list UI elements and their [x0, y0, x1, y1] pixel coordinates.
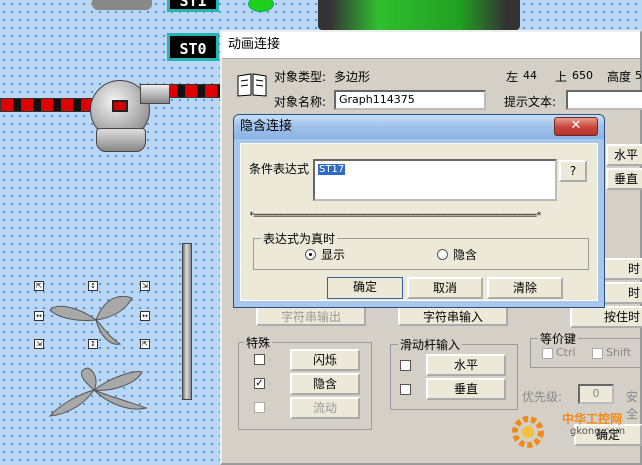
ctrl-checkbox[interactable] [542, 348, 553, 359]
blink-button[interactable]: 闪烁 [290, 349, 360, 371]
object-type-label: 对象类型: [274, 70, 327, 84]
height-value: 5 [635, 69, 642, 82]
shift-checkbox[interactable] [592, 348, 603, 359]
divider-line: *=======================================… [249, 211, 542, 221]
special-group-title: 特殊 [244, 334, 273, 351]
string-input-button[interactable]: 字符串输入 [398, 306, 508, 326]
hold-button[interactable]: 按住时 [570, 306, 642, 328]
close-button[interactable]: ✕ [554, 117, 598, 136]
book-icon [237, 73, 267, 97]
browse-button[interactable]: ? [559, 160, 587, 182]
hidden-dialog-titlebar: 隐含连接 [234, 115, 604, 139]
fan-icon [49, 296, 133, 345]
show-radio-label: 显示 [321, 248, 346, 262]
ctrl-label: Ctrl [556, 346, 576, 359]
slider-input-title: 滑动杆输入 [398, 336, 463, 353]
blink-checkbox[interactable] [254, 354, 265, 365]
hidden-dialog-title: 隐含连接 [240, 119, 293, 134]
tank-shape [318, 0, 520, 30]
green-indicator [248, 0, 274, 12]
condition-expression-field[interactable]: ST17 [313, 159, 557, 201]
flow-button[interactable]: 流动 [290, 397, 360, 419]
dialog-title: 动画连接 [222, 32, 640, 59]
watermark-gear-icon [512, 416, 544, 448]
condition-label: 条件表达式 [249, 162, 310, 176]
condition-expression-text: ST17 [318, 164, 346, 175]
object-name-label: 对象名称: [274, 95, 327, 109]
priority-field[interactable]: 0 [578, 384, 614, 404]
hide-button[interactable]: 隐含 [290, 373, 360, 395]
flow-checkbox[interactable] [254, 402, 265, 413]
hidden-ok-button[interactable]: 确定 [327, 277, 403, 299]
slider-vertical-button[interactable]: 垂直 [426, 378, 506, 400]
watermark-url: gkong.com [570, 426, 626, 437]
security-label: 安全 [626, 390, 639, 421]
vertical-move-button[interactable]: 垂直 [606, 168, 642, 190]
pump-base [96, 128, 146, 152]
shift-label: Shift [606, 346, 632, 359]
left-label: 左 [506, 70, 519, 84]
hint-field[interactable] [566, 90, 642, 110]
top-pipe-fragment [92, 0, 152, 10]
vertical-bar [182, 243, 192, 400]
hint-label: 提示文本: [504, 95, 557, 109]
tag-st0: ST0 [167, 33, 219, 61]
hidden-clear-button[interactable]: 清除 [487, 277, 563, 299]
hide-radio-label: 隐含 [453, 248, 478, 262]
watermark-brand: 中华工控网 [562, 412, 623, 426]
when-true-title: 表达式为真时 [261, 230, 338, 247]
hide-radio[interactable] [437, 249, 448, 260]
horizontal-move-button[interactable]: 水平 [606, 144, 642, 166]
pump-core [112, 100, 128, 112]
fan-icon-lower [48, 367, 148, 417]
show-radio[interactable] [305, 249, 316, 260]
equiv-key-title: 等价键 [538, 330, 579, 347]
object-type-value: 多边形 [334, 70, 371, 84]
top-label: 上 [555, 70, 568, 84]
object-name-field[interactable]: Graph114375 [334, 90, 486, 110]
hidden-cancel-button[interactable]: 取消 [407, 277, 483, 299]
hidden-link-dialog: 隐含连接 ✕ 条件表达式 ST17 ? *===================… [233, 114, 605, 308]
left-value: 44 [523, 69, 537, 82]
height-label: 高度 [607, 70, 632, 84]
string-output-button[interactable]: 字符串输出 [256, 306, 366, 326]
slider-horizontal-button[interactable]: 水平 [426, 354, 506, 376]
slider-vertical-checkbox[interactable] [400, 384, 411, 395]
hidden-dialog-body: 条件表达式 ST17 ? *==========================… [240, 143, 598, 301]
tag-top: ST1 [167, 0, 219, 12]
hide-checkbox[interactable]: ✓ [254, 378, 265, 389]
slider-horizontal-checkbox[interactable] [400, 360, 411, 371]
pipe-left [0, 98, 92, 112]
priority-label: 优先级: [522, 390, 563, 404]
pipe-right [164, 84, 224, 98]
pump-outlet [140, 84, 170, 104]
top-value: 650 [572, 69, 593, 82]
